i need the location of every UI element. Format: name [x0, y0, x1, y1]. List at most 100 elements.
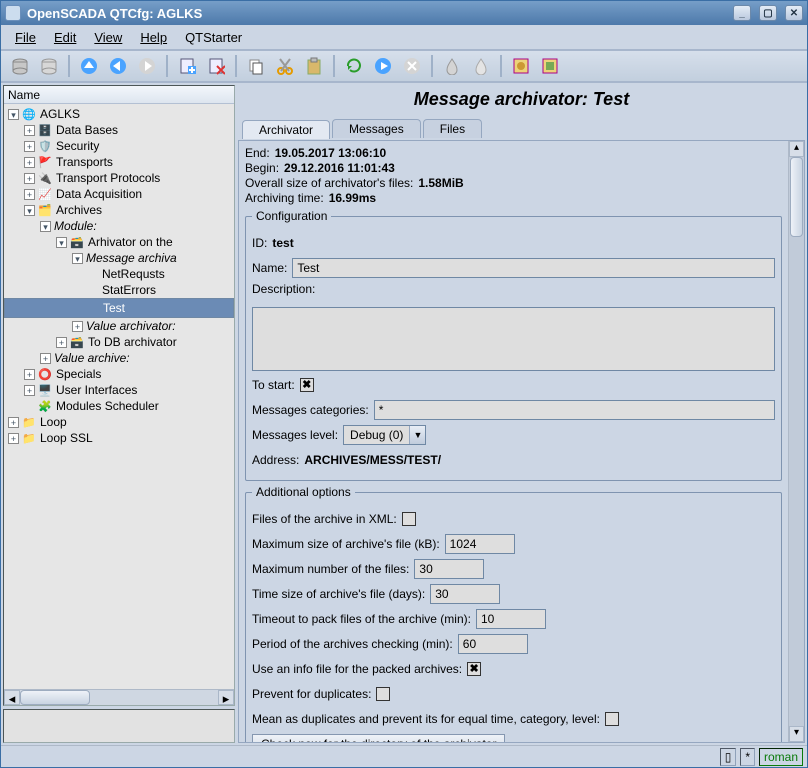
tree-item[interactable]: +📁Loop SSL — [4, 430, 234, 446]
tree-item[interactable]: StatErrors — [4, 282, 234, 298]
arrow-fwd-icon[interactable] — [134, 53, 160, 79]
tree-item[interactable]: +Value archive: — [4, 350, 234, 366]
scroll-left-icon[interactable]: ◂ — [4, 690, 20, 705]
collapse-icon[interactable]: ▾ — [24, 205, 35, 216]
vscroll-thumb[interactable] — [790, 157, 803, 237]
pack-input[interactable] — [476, 609, 546, 629]
tree-item[interactable]: +⭕Specials — [4, 366, 234, 382]
expand-icon[interactable]: + — [40, 353, 51, 364]
tab-messages[interactable]: Messages — [332, 119, 421, 138]
menu-file[interactable]: File — [7, 27, 44, 48]
arrow-up-icon[interactable] — [76, 53, 102, 79]
tree-item[interactable]: +Value archivator: — [4, 318, 234, 334]
period-input[interactable] — [458, 634, 528, 654]
page-scroll[interactable]: End: 19.05.2017 13:06:10 Begin: 29.12.20… — [239, 141, 788, 742]
info-checkbox[interactable]: ✖ — [467, 662, 481, 676]
tree-item[interactable]: 🧩Modules Scheduler — [4, 398, 234, 414]
vscroll-track[interactable] — [789, 157, 804, 726]
cats-input[interactable] — [374, 400, 775, 420]
chevron-down-icon[interactable]: ▼ — [409, 426, 425, 444]
maxnum-input[interactable] — [414, 559, 484, 579]
tree-hscrollbar[interactable]: ◂ ▸ — [4, 689, 234, 705]
xml-checkbox[interactable] — [402, 512, 416, 526]
cut-icon[interactable] — [272, 53, 298, 79]
delete-item-icon[interactable] — [203, 53, 229, 79]
tree-node-icon: 🛡️ — [37, 139, 53, 153]
tree-item[interactable]: +🔌Transport Protocols — [4, 170, 234, 186]
tostart-checkbox[interactable]: ✖ — [300, 378, 314, 392]
expand-icon[interactable]: + — [24, 385, 35, 396]
toolbar-separator — [500, 55, 502, 77]
desc-textarea[interactable] — [252, 307, 775, 371]
maximize-button[interactable]: ▢ — [759, 5, 777, 21]
close-button[interactable]: ✕ — [785, 5, 803, 21]
paste-icon[interactable] — [301, 53, 327, 79]
menu-view[interactable]: View — [86, 27, 130, 48]
dup-checkbox[interactable] — [376, 687, 390, 701]
collapse-icon[interactable]: ▾ — [56, 237, 67, 248]
tree-item[interactable]: ▾Message archiva — [4, 250, 234, 266]
tree-item[interactable]: ▾🗂️Archives — [4, 202, 234, 218]
module2-icon[interactable] — [537, 53, 563, 79]
db-grey-icon[interactable] — [7, 53, 33, 79]
stop-icon[interactable] — [399, 53, 425, 79]
check-now-button[interactable]: Check now for the directory of the archi… — [252, 734, 505, 742]
scroll-right-icon[interactable]: ▸ — [218, 690, 234, 705]
titlebar[interactable]: OpenSCADA QTCfg: AGLKS _ ▢ ✕ — [1, 1, 807, 25]
expand-icon[interactable]: + — [72, 321, 83, 332]
level-select[interactable]: Debug (0) ▼ — [343, 425, 426, 445]
expand-icon[interactable]: + — [8, 417, 19, 428]
maxsize-input[interactable] — [445, 534, 515, 554]
tree-header[interactable]: Name — [4, 86, 234, 104]
expand-icon[interactable]: + — [24, 157, 35, 168]
hscroll-track[interactable] — [20, 690, 218, 705]
page-vscrollbar[interactable]: ▴ ▾ — [788, 141, 804, 742]
menu-edit[interactable]: Edit — [46, 27, 84, 48]
expand-icon[interactable]: + — [24, 189, 35, 200]
expand-icon[interactable]: + — [24, 125, 35, 136]
tree-item[interactable]: +📈Data Acquisition — [4, 186, 234, 202]
copy-icon[interactable] — [243, 53, 269, 79]
play-icon[interactable] — [370, 53, 396, 79]
tree-item[interactable]: NetRequsts — [4, 266, 234, 282]
mean-checkbox[interactable] — [605, 712, 619, 726]
tree-item[interactable]: +🗃️To DB archivator — [4, 334, 234, 350]
tree-item[interactable]: +🖥️User Interfaces — [4, 382, 234, 398]
add-item-icon[interactable] — [174, 53, 200, 79]
hscroll-thumb[interactable] — [20, 690, 90, 705]
collapse-icon[interactable]: ▾ — [40, 221, 51, 232]
refresh-icon[interactable] — [341, 53, 367, 79]
tree-item[interactable]: ▾Module: — [4, 218, 234, 234]
name-input[interactable] — [292, 258, 775, 278]
tree-item[interactable]: ▾🗃️Arhivator on the — [4, 234, 234, 250]
status-flag-icon[interactable]: ▯ — [720, 748, 737, 766]
drop2-icon[interactable] — [468, 53, 494, 79]
timesz-input[interactable] — [430, 584, 500, 604]
collapse-icon[interactable]: ▾ — [72, 253, 83, 264]
tree-item[interactable]: +🗄️Data Bases — [4, 122, 234, 138]
tree-item[interactable]: ▾🌐AGLKS — [4, 106, 234, 122]
tab-archivator[interactable]: Archivator — [242, 120, 330, 139]
db-grey2-icon[interactable] — [36, 53, 62, 79]
minimize-button[interactable]: _ — [733, 5, 751, 21]
tree-item[interactable]: +🚩Transports — [4, 154, 234, 170]
tree-scroll[interactable]: ▾🌐AGLKS+🗄️Data Bases+🛡️Security+🚩Transpo… — [4, 104, 234, 689]
tab-files[interactable]: Files — [423, 119, 482, 138]
module1-icon[interactable] — [508, 53, 534, 79]
tree-item[interactable]: Test — [4, 298, 234, 318]
expand-icon[interactable]: + — [8, 433, 19, 444]
scroll-up-icon[interactable]: ▴ — [789, 141, 804, 157]
expand-icon[interactable]: + — [24, 369, 35, 380]
tree-item[interactable]: +📁Loop — [4, 414, 234, 430]
tree-item[interactable]: +🛡️Security — [4, 138, 234, 154]
menu-qtstarter[interactable]: QTStarter — [177, 27, 250, 48]
expand-icon[interactable]: + — [56, 337, 67, 348]
expand-icon[interactable]: + — [24, 141, 35, 152]
arrow-back-icon[interactable] — [105, 53, 131, 79]
status-user[interactable]: roman — [759, 748, 803, 766]
collapse-icon[interactable]: ▾ — [8, 109, 19, 120]
drop-icon[interactable] — [439, 53, 465, 79]
menu-help[interactable]: Help — [132, 27, 175, 48]
scroll-down-icon[interactable]: ▾ — [789, 726, 804, 742]
expand-icon[interactable]: + — [24, 173, 35, 184]
